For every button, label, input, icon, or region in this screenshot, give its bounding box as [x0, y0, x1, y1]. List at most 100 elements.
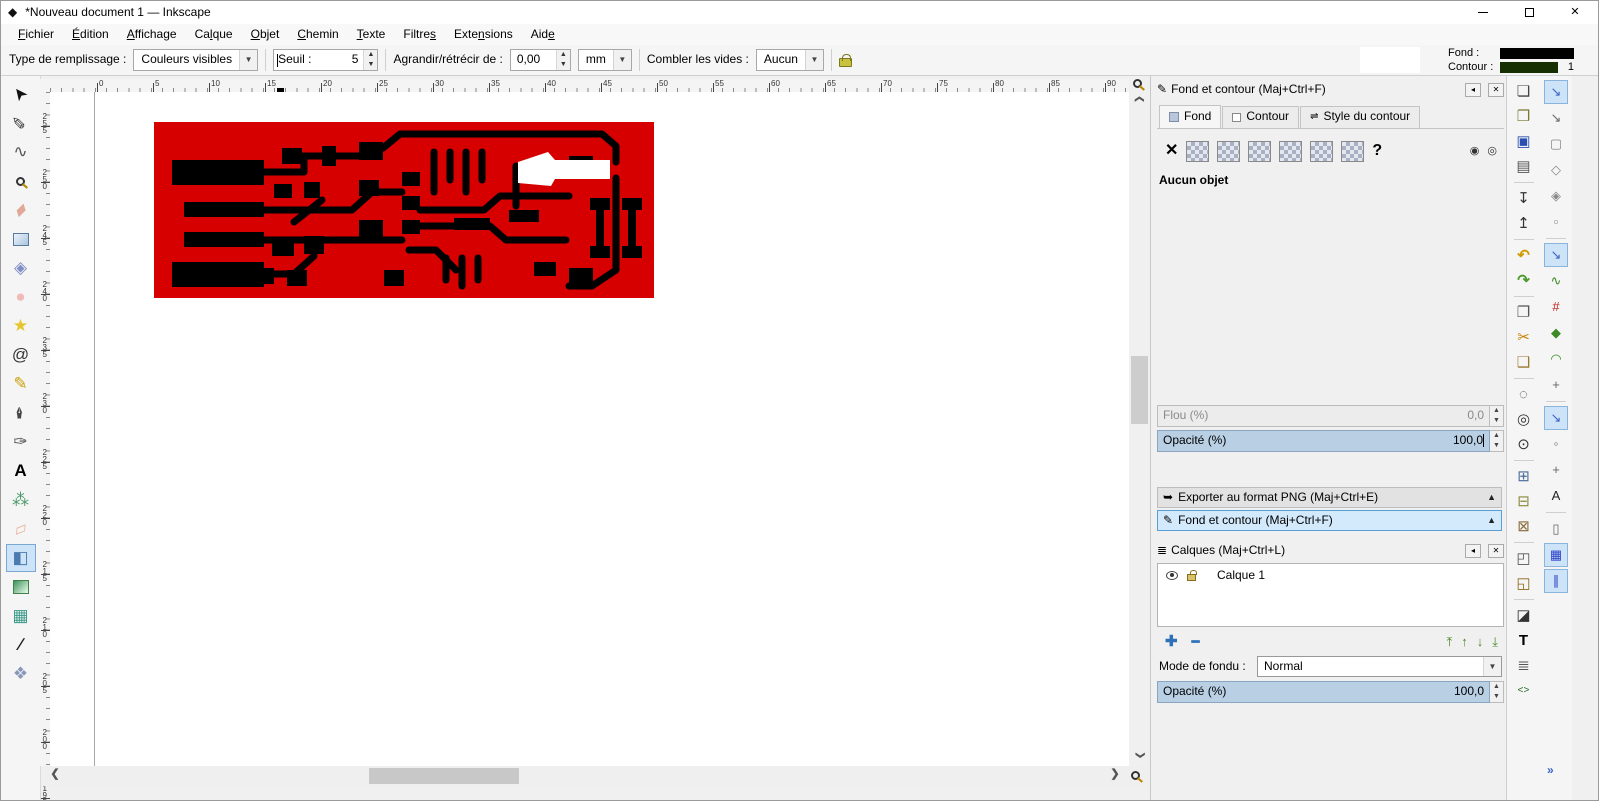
lower-layer-button[interactable]: ↓	[1477, 634, 1484, 650]
dock-float-button[interactable]: ◂	[1465, 83, 1481, 97]
snap-line-midpoints-button[interactable]: +	[1544, 373, 1568, 397]
menu-texte[interactable]: Texte	[348, 26, 395, 44]
unit-select[interactable]: mm ▼	[577, 49, 632, 71]
horizontal-scrollbar[interactable]: ❮ ❯	[41, 766, 1150, 786]
menu-edition[interactable]: Édition	[63, 26, 118, 44]
xml-editor-button[interactable]: <>	[1511, 678, 1537, 703]
no-paint-button[interactable]: ✕	[1165, 142, 1178, 160]
minimize-button[interactable]	[1460, 1, 1506, 24]
snap-others-button[interactable]: ↘	[1544, 406, 1568, 430]
tool-star[interactable]: ★	[6, 312, 36, 340]
lower-layer-to-bottom-button[interactable]: ⤓	[1492, 634, 1498, 650]
spin-down-icon[interactable]: ▼	[1490, 416, 1503, 426]
tool-pen[interactable]: ✒	[6, 399, 36, 427]
blur-slider[interactable]: Flou (%) 0,0	[1157, 405, 1490, 427]
swatch-button[interactable]	[1341, 140, 1365, 162]
spin-down-icon[interactable]: ▼	[1490, 441, 1503, 451]
snap-nodes-button[interactable]: ↘	[1544, 243, 1568, 267]
unlink-clone-button[interactable]: ⊠	[1511, 514, 1537, 539]
layer-opacity-spinner-arrows[interactable]: ▲ ▼	[1490, 681, 1504, 703]
snap-bbox-centers-button[interactable]: ▫	[1544, 210, 1568, 234]
opacity-spinner-arrows[interactable]: ▲ ▼	[1490, 430, 1504, 452]
snap-guides-button[interactable]: ∥	[1544, 569, 1568, 593]
layer-visibility-eye-icon[interactable]	[1166, 571, 1178, 580]
dock-close-button[interactable]: ✕	[1488, 544, 1504, 558]
raise-layer-button[interactable]: ↑	[1461, 634, 1468, 650]
tool-zoom[interactable]	[6, 167, 36, 195]
zoom-corner-icon[interactable]	[1131, 771, 1140, 780]
opacity-slider[interactable]: Opacité (%) 100,0	[1157, 430, 1490, 452]
maximize-button[interactable]	[1506, 1, 1552, 24]
unknown-paint-button[interactable]: ?	[1372, 142, 1382, 160]
menu-calque[interactable]: Calque	[186, 26, 242, 44]
tool-calligraphy[interactable]: ✑	[6, 428, 36, 456]
pattern-button[interactable]	[1310, 140, 1334, 162]
grow-shrink-spinner[interactable]: 0,00 ▲ ▼	[509, 49, 571, 71]
horizontal-ruler[interactable]: 0 5 10 15 20 25 30 35 40 45 50 55 60 65 70 75 80 85 90	[50, 79, 1129, 92]
tool-text[interactable]: A	[6, 457, 36, 485]
spin-up-icon[interactable]: ▲	[1490, 431, 1503, 441]
radial-gradient-button[interactable]	[1248, 140, 1272, 162]
snap-path-intersections-button[interactable]: #	[1544, 295, 1568, 319]
zoom-corner-icon[interactable]	[1133, 79, 1142, 88]
create-clone-button[interactable]: ⊟	[1511, 489, 1537, 514]
tool-connector[interactable]: ❖	[6, 660, 36, 688]
tool-gradient[interactable]	[6, 573, 36, 601]
reset-defaults-bucket-icon[interactable]	[838, 53, 852, 67]
add-layer-button[interactable]: ✚	[1165, 633, 1178, 650]
zoom-drawing-button[interactable]: ◎	[1511, 407, 1537, 432]
save-document-button[interactable]: ▣	[1511, 129, 1537, 154]
tool-measure[interactable]: ▰	[6, 196, 36, 224]
menu-affichage[interactable]: Affichage	[118, 26, 186, 44]
blend-mode-select[interactable]: Normal ▼	[1257, 656, 1502, 677]
duplicate-button[interactable]: ⊞	[1511, 464, 1537, 489]
fill-color-swatch[interactable]	[1500, 47, 1574, 59]
scroll-right-button[interactable]: ❯	[1107, 768, 1123, 784]
tool-eraser[interactable]: ▱	[6, 515, 36, 543]
horizontal-scroll-thumb[interactable]	[369, 768, 519, 784]
tool-tweak[interactable]: ∿	[6, 138, 36, 166]
tool-selector[interactable]: ➤	[6, 80, 36, 108]
close-gaps-select[interactable]: Aucun ▼	[755, 49, 824, 71]
layer-row[interactable]: Calque 1	[1158, 564, 1503, 587]
redo-button[interactable]: ↷	[1511, 268, 1537, 293]
snap-text-baseline-button[interactable]: A	[1544, 484, 1568, 508]
spin-up-icon[interactable]: ▲	[1490, 406, 1503, 416]
open-document-button[interactable]: ❒	[1511, 104, 1537, 129]
layer-lock-icon[interactable]	[1187, 570, 1197, 581]
menu-chemin[interactable]: Chemin	[288, 26, 347, 44]
fill-stroke-bar[interactable]: ✎ Fond et contour (Maj+Ctrl+F) ▲	[1157, 510, 1502, 531]
tool-spiral[interactable]: @	[6, 341, 36, 369]
tool-box3d[interactable]: ◈	[6, 254, 36, 282]
layer-name[interactable]: Calque 1	[1217, 568, 1265, 583]
snap-cusp-nodes-button[interactable]: ◆	[1544, 321, 1568, 345]
remove-layer-button[interactable]: ━	[1192, 634, 1200, 650]
spin-down-icon[interactable]: ▼	[556, 60, 570, 70]
menu-extensions[interactable]: Extensions	[445, 26, 522, 44]
select-all-button[interactable]: ◰	[1511, 546, 1537, 571]
fill-rule-evenodd-button[interactable]: ◎	[1487, 145, 1497, 158]
export-png-button[interactable]: ↥	[1511, 211, 1537, 236]
layer-opacity-slider[interactable]: Opacité (%) 100,0	[1157, 681, 1490, 703]
tool-node-editor[interactable]: ✐	[6, 109, 36, 137]
canvas[interactable]	[50, 92, 1129, 766]
layers-panel-header[interactable]: ≣ Calques (Maj+Ctrl+L) ◂ ✕	[1157, 541, 1504, 561]
snap-bbox-corners-button[interactable]: ◇	[1544, 158, 1568, 182]
tool-spray[interactable]: ⁂	[6, 486, 36, 514]
import-bitmap-button[interactable]: ↧	[1511, 186, 1537, 211]
flat-color-button[interactable]	[1186, 140, 1210, 162]
vertical-ruler[interactable]: 255 250 245 240 235 230 225 220 215 210 205 200 195	[40, 92, 50, 800]
snap-enable-button[interactable]: ↘	[1544, 80, 1568, 104]
spin-down-icon[interactable]: ▼	[364, 60, 378, 70]
vertical-scrollbar[interactable]: ❮ ❮	[1129, 76, 1150, 766]
snap-grid-button[interactable]: ▦	[1544, 543, 1568, 567]
snap-page-border-button[interactable]: ▯	[1544, 517, 1568, 541]
menu-fichier[interactable]: Fichier	[9, 26, 63, 44]
menu-objet[interactable]: Objet	[242, 26, 289, 44]
new-document-button[interactable]: ❏	[1511, 79, 1537, 104]
fill-stroke-indicator[interactable]: Fond : Contour : 1	[1448, 46, 1590, 74]
stroke-color-swatch[interactable]	[1500, 61, 1558, 73]
threshold-spinner[interactable]: Seuil : 5 ▲ ▼	[273, 49, 379, 71]
mesh-gradient-button[interactable]	[1279, 140, 1303, 162]
scroll-left-button[interactable]: ❮	[47, 768, 63, 784]
